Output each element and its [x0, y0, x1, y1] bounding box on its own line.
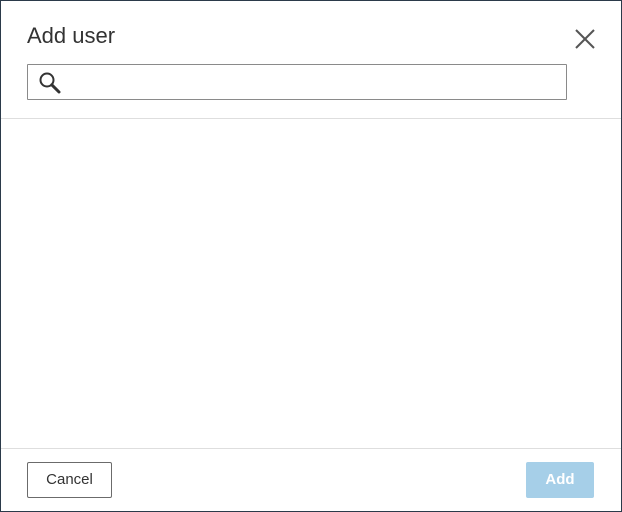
add-user-dialog: Add user Cancel Add	[0, 0, 622, 512]
dialog-title: Add user	[27, 23, 116, 48]
close-icon	[575, 29, 595, 49]
cancel-button[interactable]: Cancel	[27, 462, 112, 498]
footer-divider	[1, 448, 621, 449]
close-button[interactable]	[571, 25, 599, 53]
user-results-list	[1, 119, 621, 448]
search-input[interactable]	[70, 65, 560, 99]
add-button[interactable]: Add	[526, 462, 594, 498]
search-box[interactable]	[27, 64, 567, 100]
search-icon	[39, 72, 61, 94]
